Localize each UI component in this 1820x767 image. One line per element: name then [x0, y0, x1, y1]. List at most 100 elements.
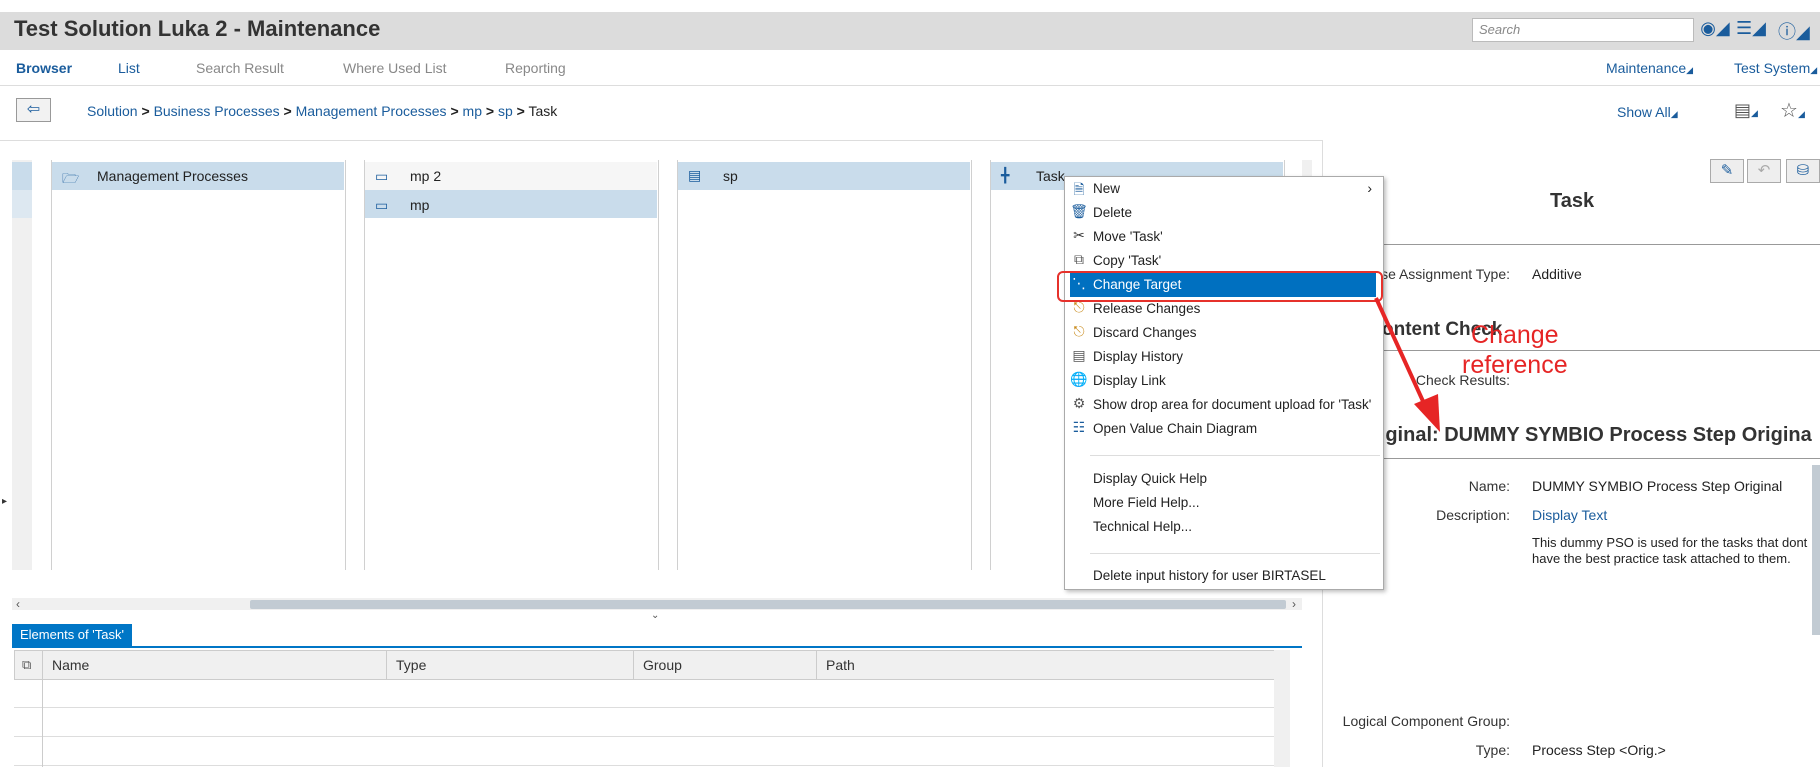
scroll-right-icon[interactable]: › [1292, 597, 1296, 611]
tab-where-used[interactable]: Where Used List [343, 60, 446, 76]
column-name[interactable]: Name [52, 657, 89, 673]
history-icon: ▤ [1072, 347, 1086, 363]
column-separator [816, 650, 817, 680]
column-group[interactable]: Group [643, 657, 682, 673]
scenario-icon: ▭ [375, 168, 389, 184]
annotation-text: Change reference [1462, 321, 1568, 379]
description-text-1: This dummy PSO is used for the tasks tha… [1532, 535, 1808, 550]
menu-item-quick-help[interactable]: Display Quick Help [1070, 467, 1376, 491]
menu-item-discard-changes[interactable]: ⎋ Discard Changes [1070, 321, 1376, 345]
menu-item-display-history[interactable]: ▤ Display History [1070, 345, 1376, 369]
elements-tab[interactable]: Elements of 'Task' [12, 624, 132, 646]
description-label: Description: [1436, 507, 1510, 523]
hierarchy-icon: ☷ [1072, 419, 1086, 435]
task-icon: ╋ [1001, 167, 1010, 183]
table-row[interactable] [14, 680, 1274, 708]
breadcrumb-sp[interactable]: sp [498, 103, 513, 119]
breadcrumb-management-processes[interactable]: Management Processes [296, 103, 447, 119]
menu-item-field-help[interactable]: More Field Help... [1070, 491, 1376, 515]
pane-level-3 [677, 160, 972, 570]
breadcrumb-current: Task [528, 103, 558, 119]
browser-left-strip [12, 160, 32, 570]
scrollbar-thumb[interactable] [250, 600, 1286, 609]
list-item[interactable] [678, 162, 970, 190]
help-icon[interactable]: ⓘ◢ [1778, 18, 1810, 42]
back-button[interactable]: ⇦ [16, 98, 51, 122]
tab-search-result[interactable]: Search Result [196, 60, 284, 76]
menu-item-technical-help[interactable]: Technical Help... [1070, 515, 1376, 539]
list-item[interactable] [365, 190, 657, 218]
column-type[interactable]: Type [396, 657, 426, 673]
collapse-left-icon[interactable]: ▸ [2, 496, 7, 507]
column-separator [633, 650, 634, 680]
menu-item-move[interactable]: ✂ Move 'Task' [1070, 225, 1376, 249]
table-row[interactable] [14, 738, 1274, 766]
breadcrumb-mp[interactable]: mp [463, 103, 482, 119]
pane3-item-label: sp [723, 168, 738, 184]
menu-separator [1090, 553, 1380, 554]
menu-item-document-upload[interactable]: ⚙ Show drop area for document upload for … [1070, 393, 1376, 417]
release-assignment-value: Additive [1532, 266, 1582, 282]
display-text-link[interactable]: Display Text [1532, 507, 1607, 523]
left-strip-selection [12, 162, 32, 190]
maintenance-menu[interactable]: Maintenance◢ [1606, 60, 1693, 76]
column-separator [42, 680, 43, 767]
new-document-icon: 🗎 [1073, 181, 1085, 197]
type-label: Type: [1475, 742, 1510, 758]
name-label: Name: [1468, 478, 1510, 494]
pane-level-1 [51, 160, 346, 570]
tab-browser[interactable]: Browser [16, 60, 72, 76]
binoculars-icon[interactable]: ◉◢ [1700, 18, 1730, 42]
tab-list[interactable]: List [118, 60, 140, 76]
logical-component-group-label: Logical Component Group: [1342, 713, 1510, 729]
submenu-arrow-icon: › [1367, 180, 1372, 196]
globe-icon: 🌐 [1070, 371, 1088, 387]
splitter-chevron-icon[interactable]: ⌄ [651, 610, 659, 621]
folder-icon: 🗁 [62, 170, 80, 186]
pane2-item-label: mp [410, 197, 430, 213]
column-path[interactable]: Path [826, 657, 855, 673]
pane-level-2 [364, 160, 659, 570]
description-text-2: have the best practice task attached to … [1532, 551, 1791, 566]
divider [1330, 244, 1820, 245]
menu-item-copy[interactable]: ⧉ Copy 'Task' [1070, 249, 1376, 273]
search-input[interactable]: Search [1472, 18, 1694, 42]
detail-scrollbar[interactable] [1812, 465, 1820, 635]
breadcrumb-solution[interactable]: Solution [87, 103, 138, 119]
menu-item-delete-history[interactable]: Delete input history for user BIRTASEL [1070, 564, 1376, 588]
breadcrumb-business-processes[interactable]: Business Processes [154, 103, 280, 119]
menu-item-display-link[interactable]: 🌐 Display Link [1070, 369, 1376, 393]
scroll-left-icon[interactable]: ‹ [16, 597, 20, 611]
menu-item-delete[interactable]: 🗑 Delete [1070, 201, 1376, 225]
select-all-icon[interactable]: ⧉ [22, 657, 31, 673]
discard-icon: ⎋ [1073, 323, 1085, 339]
scissors-icon: ✂ [1073, 227, 1085, 243]
edit-button[interactable]: ✎ [1710, 159, 1744, 183]
scroll-list-icon[interactable]: ▤◢ [1734, 100, 1758, 121]
column-separator [386, 650, 387, 680]
test-system-menu[interactable]: Test System◢ [1734, 60, 1817, 76]
menu-item-value-chain[interactable]: ☷ Open Value Chain Diagram [1070, 417, 1376, 441]
show-all-link[interactable]: Show All◢ [1617, 104, 1678, 120]
tab-underline [12, 646, 1302, 648]
table-row[interactable] [14, 709, 1274, 737]
divider [0, 140, 1322, 141]
page-title: Test Solution Luka 2 - Maintenance [14, 16, 381, 41]
detail-title: Task [1550, 190, 1595, 212]
left-strip-selection-2 [12, 190, 32, 218]
database-button[interactable]: ⛁ [1786, 159, 1820, 183]
detail-panel [1322, 140, 1820, 767]
highlight-box [1057, 271, 1383, 302]
list-item[interactable] [365, 162, 657, 190]
table-scrollbar[interactable] [1274, 650, 1290, 767]
pane1-item-label: Management Processes [97, 168, 248, 184]
type-value: Process Step <Orig.> [1532, 742, 1666, 758]
menu-separator [1090, 455, 1380, 456]
pane2-item-label: mp 2 [410, 168, 442, 184]
name-value: DUMMY SYMBIO Process Step Original [1532, 478, 1783, 494]
star-icon[interactable]: ☆◢ [1780, 98, 1805, 123]
list-menu-icon[interactable]: ☰◢ [1736, 18, 1766, 42]
undo-button[interactable]: ↶ [1747, 159, 1781, 183]
menu-item-new[interactable]: 🗎 New › [1070, 177, 1376, 201]
tab-reporting[interactable]: Reporting [505, 60, 566, 76]
